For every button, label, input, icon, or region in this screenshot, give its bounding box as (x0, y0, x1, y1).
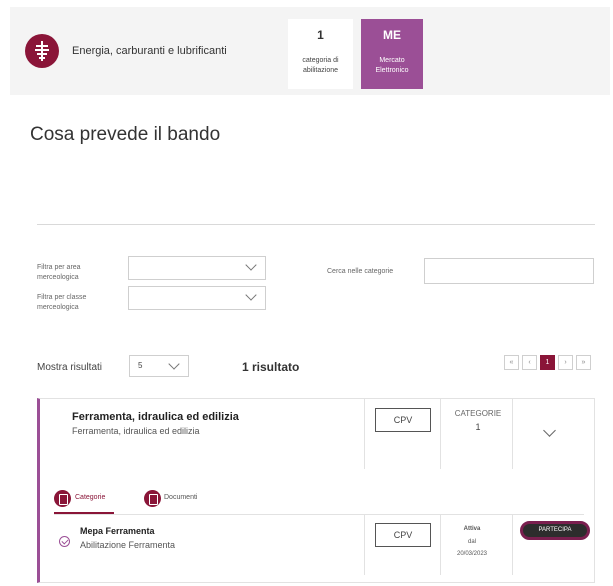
search-input[interactable] (424, 258, 594, 284)
card-subtitle: Ferramenta, idraulica ed edilizia (72, 426, 200, 436)
item-divider (440, 515, 441, 575)
enablement-count-label-1: categoria di (302, 57, 339, 64)
page-size-select[interactable]: 5 (129, 355, 189, 377)
class-select[interactable] (128, 286, 266, 310)
item-title: Mepa Ferramenta (80, 526, 155, 536)
filter-area-label: Filtra per area merceologica (37, 263, 81, 283)
market-type-box: ME Mercato Elettronico (361, 19, 423, 89)
pagination-next[interactable]: › (558, 355, 573, 370)
enablement-count-box: 1 categoria di abilitazione (288, 19, 353, 89)
card-divider (512, 399, 513, 469)
page-size-value: 5 (138, 361, 143, 370)
tab-categorie[interactable]: Categorie (75, 494, 105, 501)
filter-class-label-1: Filtra per classe (37, 294, 87, 301)
categories-label: CATEGORIE (454, 409, 502, 418)
filter-area-label-1: Filtra per area (37, 264, 81, 271)
enablement-count-label-2: abilitazione (302, 67, 339, 74)
categories-count: 1 (475, 422, 481, 432)
enablement-count: 1 (317, 28, 324, 42)
item-divider (512, 515, 513, 575)
tab-documenti[interactable]: Documenti (164, 494, 197, 501)
tabs-divider (54, 514, 584, 515)
card-cpv-button[interactable]: CPV (375, 408, 431, 432)
filter-class-label-2: merceologica (37, 304, 79, 311)
show-results-label: Mostra risultati (37, 362, 103, 373)
pagination-first[interactable]: « (504, 355, 519, 370)
section-divider (37, 224, 595, 225)
search-label: Cerca nelle categorie (327, 268, 394, 275)
item-subtitle: Abilitazione Ferramenta (80, 540, 176, 550)
area-select[interactable] (128, 256, 266, 280)
results-count: 1 risultato (242, 360, 300, 374)
category-logo-icon (25, 34, 59, 68)
partecipa-button[interactable]: PARTECIPA (520, 521, 590, 540)
expand-chevron-icon[interactable] (543, 424, 556, 437)
card-title: Ferramenta, idraulica ed edilizia (72, 411, 239, 423)
market-type-label-2: Elettronico (375, 67, 409, 74)
card-divider (440, 399, 441, 469)
pagination-last[interactable]: » (576, 355, 591, 370)
chevron-down-icon (245, 289, 257, 301)
item-cpv-button[interactable]: CPV (375, 523, 431, 547)
chevron-down-icon (168, 358, 180, 370)
market-type-label-1: Mercato (379, 57, 405, 64)
documents-icon (144, 490, 161, 507)
filter-class-label: Filtra per classe merceologica (37, 293, 86, 313)
item-status-prefix: dal (467, 539, 476, 545)
market-type-abbr: ME (383, 28, 401, 42)
header-bar: Energia, carburanti e lubrificanti 1 cat… (10, 7, 610, 95)
check-circle-icon (59, 536, 70, 547)
item-status-date: 20/03/2023 (456, 551, 488, 557)
item-status: Attiva (463, 526, 481, 532)
category-card: Ferramenta, idraulica ed edilizia Ferram… (37, 398, 595, 583)
categories-icon (54, 490, 71, 507)
pagination-current[interactable]: 1 (540, 355, 555, 370)
category-name: Energia, carburanti e lubrificanti (72, 45, 227, 57)
filter-area-label-2: merceologica (37, 274, 79, 281)
chevron-down-icon (245, 259, 257, 271)
item-divider (364, 515, 365, 575)
card-divider (364, 399, 365, 469)
pagination-prev[interactable]: ‹ (522, 355, 537, 370)
page-title: Cosa prevede il bando (30, 124, 221, 145)
